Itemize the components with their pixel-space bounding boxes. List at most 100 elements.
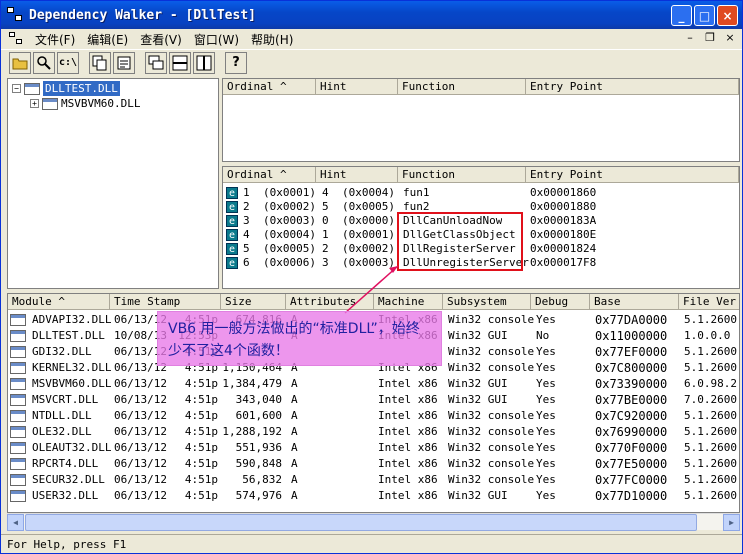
col-header-machine[interactable]: Machine <box>374 294 443 310</box>
tile-horizontal-button[interactable] <box>169 51 191 74</box>
cascade-button[interactable] <box>145 51 167 74</box>
module-row[interactable]: OLE32.DLL 06/13/12 4:51p 1,288,192 A Intel x8… <box>8 424 740 440</box>
module-row[interactable]: RPCRT4.DLL 06/13/12 4:51p 590,848 A Intel x86… <box>8 456 739 472</box>
ordinal: 1 <box>243 186 250 199</box>
module-icon <box>10 426 26 438</box>
menu-window[interactable]: 窗口(W) <box>190 31 247 48</box>
module-row[interactable]: NTDLL.DLL 06/13/12 4:51p 601,600 A Intel x86 W… <box>8 408 740 424</box>
module-row[interactable]: SECUR32.DLL 06/13/12 4:51p 56,832 A Intel x86… <box>8 472 739 488</box>
document-icon[interactable] <box>9 32 25 46</box>
hint: 5 <box>322 200 329 213</box>
menu-file[interactable]: 文件(F) <box>31 31 83 48</box>
col-header-entry-point[interactable]: Entry Point <box>526 167 739 183</box>
machine: Intel x86 <box>378 425 438 438</box>
scroll-thumb[interactable] <box>25 514 697 531</box>
base-address: 0x7C920000 <box>595 409 668 423</box>
ordinal: 5 <box>243 242 250 255</box>
copy-button[interactable] <box>89 51 111 74</box>
col-header-debug[interactable]: Debug <box>531 294 590 310</box>
module-name: MSVBVM60.DLL <box>32 377 112 390</box>
hint-hex: (0x0001) <box>342 228 395 241</box>
module-name: RPCRT4.DLL <box>32 457 99 470</box>
tile-vertical-icon <box>196 55 212 70</box>
col-header-ordinal[interactable]: Ordinal ^ <box>223 167 316 183</box>
col-header-entry-point[interactable]: Entry Point <box>526 79 739 95</box>
col-header-hint[interactable]: Hint <box>316 167 398 183</box>
tile-vertical-button[interactable] <box>193 51 215 74</box>
time: 4:51p <box>184 441 218 454</box>
menu-help[interactable]: 帮助(H) <box>247 31 301 48</box>
hint-hex: (0x0005) <box>342 200 395 213</box>
module-row[interactable]: MSVBVM60.DLL 06/13/12 4:51p 1,384,479 A Intel… <box>8 376 739 392</box>
machine: Intel x86 <box>378 409 438 422</box>
export-row[interactable]: e 1 (0x0001) 4 (0x0004) fun1 0x00001860 <box>223 186 739 200</box>
module-icon <box>10 346 26 358</box>
file-version: 6.0.98.2 <box>684 377 737 390</box>
module-name: SECUR32.DLL <box>32 473 105 486</box>
minimize-button[interactable]: _ <box>671 5 692 26</box>
col-header-hint[interactable]: Hint <box>316 79 398 95</box>
time: 4:51p <box>184 425 218 438</box>
exports-pane[interactable]: Ordinal ^ Hint Function Entry Point e 1 (0… <box>222 166 740 289</box>
attributes: A <box>291 425 298 438</box>
maximize-button[interactable]: □ <box>694 5 715 26</box>
expand-toggle-icon[interactable]: + <box>30 99 39 108</box>
horizontal-scrollbar[interactable]: ◀ ▶ <box>7 513 740 531</box>
module-name: USER32.DLL <box>32 489 99 502</box>
module-row[interactable]: MSVCRT.DLL 06/13/12 4:51p 343,040 A Intel x86… <box>8 392 739 408</box>
size: 1,384,479 <box>222 377 282 390</box>
module-row[interactable]: OLEAUT32.DLL 06/13/12 4:51p 551,936 A Intel x… <box>8 440 739 456</box>
attributes: A <box>291 409 298 422</box>
file-version: 5.1.2600. <box>684 409 740 422</box>
module-icon <box>10 458 26 470</box>
col-header-base[interactable]: Base <box>590 294 679 310</box>
col-header-size[interactable]: Size <box>221 294 286 310</box>
module-row[interactable]: USER32.DLL 06/13/12 4:51p 574,976 A Intel x86… <box>8 488 739 504</box>
menu-view[interactable]: 查看(V) <box>136 31 190 48</box>
open-button[interactable] <box>9 51 31 74</box>
col-header-file-ver[interactable]: File Ver <box>679 294 739 310</box>
col-header-function[interactable]: Function <box>398 167 526 183</box>
tile-horizontal-icon <box>172 55 188 70</box>
hint: 2 <box>322 242 329 255</box>
tree-node-child[interactable]: + MSVBVM60.DLL <box>30 96 140 111</box>
find-button[interactable] <box>33 51 55 74</box>
mdi-minimize-button[interactable]: – <box>682 31 698 45</box>
scroll-right-icon[interactable]: ▶ <box>723 514 740 531</box>
close-button[interactable]: × <box>717 5 738 26</box>
mdi-restore-button[interactable]: ❐ <box>702 31 718 45</box>
col-header-timestamp[interactable]: Time Stamp <box>110 294 221 310</box>
col-header-module[interactable]: Module ^ <box>8 294 110 310</box>
hint: 4 <box>322 186 329 199</box>
collapse-toggle-icon[interactable]: − <box>12 84 21 93</box>
time: 4:51p <box>184 489 218 502</box>
file-version: 5.1.2600. <box>684 425 740 438</box>
entry-point: 0x00001860 <box>530 186 597 199</box>
size: 601,600 <box>235 409 282 422</box>
machine: Intel x86 <box>378 393 438 406</box>
module-tree-pane[interactable]: − DLLTEST.DLL + MSVBVM60.DLL <box>7 78 219 289</box>
col-header-function[interactable]: Function <box>398 79 526 95</box>
hint-hex: (0x0000) <box>342 214 395 227</box>
debug: Yes <box>536 409 556 422</box>
entry-point: 0x00001824 <box>530 242 597 255</box>
col-header-ordinal[interactable]: Ordinal ^ <box>223 79 316 95</box>
tree-node-label: DLLTEST.DLL <box>43 81 120 96</box>
path-button[interactable]: c:\ <box>57 51 79 74</box>
module-icon <box>10 314 26 326</box>
annotation-callout: VB6 用一般方法做出的“标准DLL”，始终少不了这4个函数！ <box>157 311 442 366</box>
properties-button[interactable] <box>113 51 135 74</box>
col-header-subsystem[interactable]: Subsystem <box>443 294 531 310</box>
mdi-close-button[interactable]: × <box>722 31 738 45</box>
subsystem: Win32 console <box>448 473 535 486</box>
title-bar[interactable]: Dependency Walker - [DllTest] _ □ × <box>1 1 742 29</box>
size: 1,288,192 <box>222 425 282 438</box>
subsystem: Win32 GUI <box>448 329 508 342</box>
col-header-attributes[interactable]: Attributes <box>286 294 374 310</box>
scroll-left-icon[interactable]: ◀ <box>7 514 24 531</box>
imports-pane[interactable]: Ordinal ^ Hint Function Entry Point <box>222 78 740 162</box>
module-icon <box>24 82 40 95</box>
help-button[interactable]: ? <box>225 51 247 74</box>
tree-node-root[interactable]: − DLLTEST.DLL <box>12 81 120 96</box>
menu-edit[interactable]: 编辑(E) <box>83 31 136 48</box>
